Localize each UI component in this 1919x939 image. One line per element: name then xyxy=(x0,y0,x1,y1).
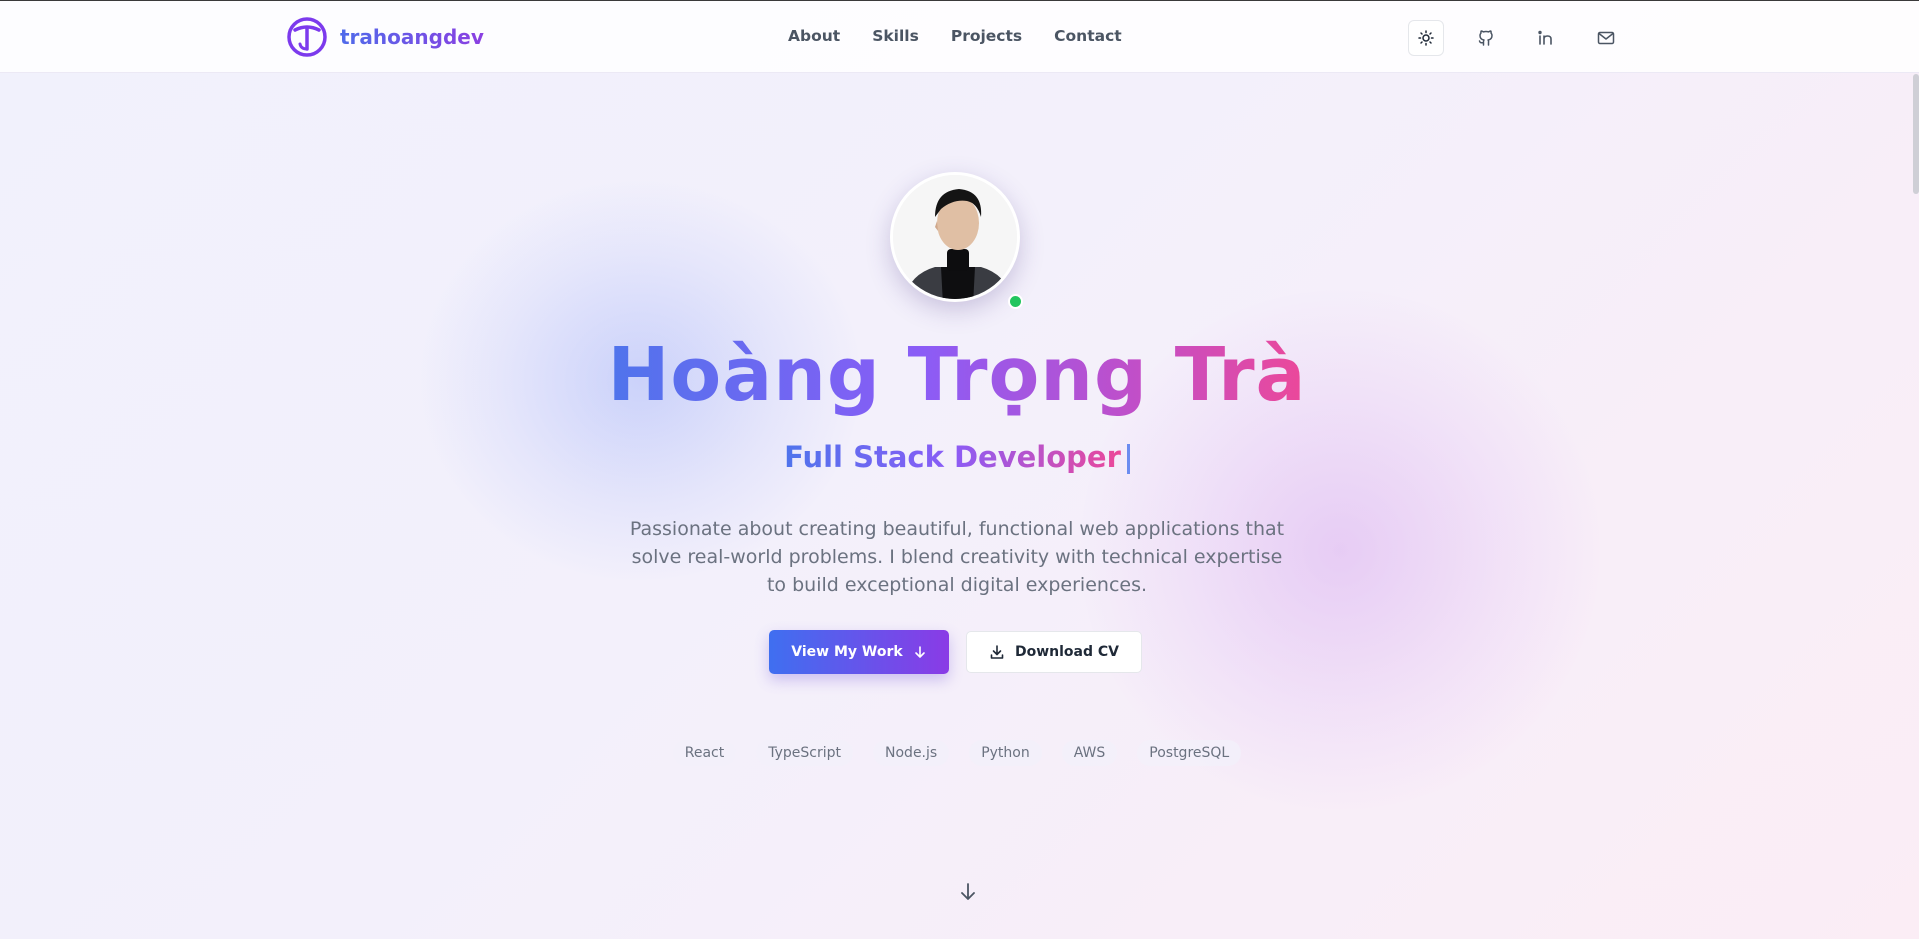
nav-link-projects[interactable]: Projects xyxy=(951,27,1022,45)
hero-role-text: Full Stack Developer xyxy=(784,440,1121,474)
view-my-work-button[interactable]: View My Work xyxy=(769,630,949,674)
typing-caret xyxy=(1126,444,1130,474)
profile-photo xyxy=(893,175,1017,299)
download-cv-label: Download CV xyxy=(1014,644,1119,660)
site-header: trahoangdev About Skills Projects Contac… xyxy=(0,1,1919,73)
brand-name[interactable]: trahoangdev xyxy=(340,25,484,49)
nav-link-contact[interactable]: Contact xyxy=(1054,27,1122,45)
arrow-down-icon xyxy=(914,646,925,658)
main-nav: About Skills Projects Contact xyxy=(788,27,1122,45)
tech-tag: PostgreSQL xyxy=(1137,740,1242,766)
online-status-indicator xyxy=(1008,294,1023,309)
logo-icon[interactable] xyxy=(286,16,328,58)
mail-button[interactable] xyxy=(1588,20,1624,56)
avatar xyxy=(890,172,1020,302)
download-cv-button[interactable]: Download CV xyxy=(966,631,1142,673)
tech-tag-list: React TypeScript Node.js Python AWS Post… xyxy=(0,740,1914,766)
hero-role: Full Stack Developer xyxy=(0,440,1914,474)
tech-tag: TypeScript xyxy=(756,740,854,766)
view-my-work-label: View My Work xyxy=(791,644,903,660)
nav-link-about[interactable]: About xyxy=(788,27,840,45)
mail-icon xyxy=(1597,31,1615,45)
theme-toggle-button[interactable] xyxy=(1408,20,1444,56)
github-icon xyxy=(1478,30,1493,46)
tech-tag: React xyxy=(672,740,737,766)
page-scrollbar[interactable] xyxy=(1913,74,1919,194)
sun-icon xyxy=(1418,30,1434,46)
arrow-down-icon xyxy=(961,883,975,900)
hero-name-text: Hoàng Trọng Trà xyxy=(607,332,1307,418)
download-icon xyxy=(990,645,1004,659)
linkedin-button[interactable] xyxy=(1528,20,1564,56)
linkedin-icon xyxy=(1538,30,1552,45)
tech-tag: AWS xyxy=(1061,740,1118,766)
nav-link-skills[interactable]: Skills xyxy=(872,27,919,45)
tech-tag: Node.js xyxy=(873,740,950,766)
scroll-down-button[interactable] xyxy=(958,881,978,903)
tech-tag: Python xyxy=(969,740,1042,766)
github-button[interactable] xyxy=(1468,20,1504,56)
hero-description: Passionate about creating beautiful, fun… xyxy=(629,518,1285,596)
hero-name: Hoàng Trọng Trà xyxy=(0,332,1914,418)
